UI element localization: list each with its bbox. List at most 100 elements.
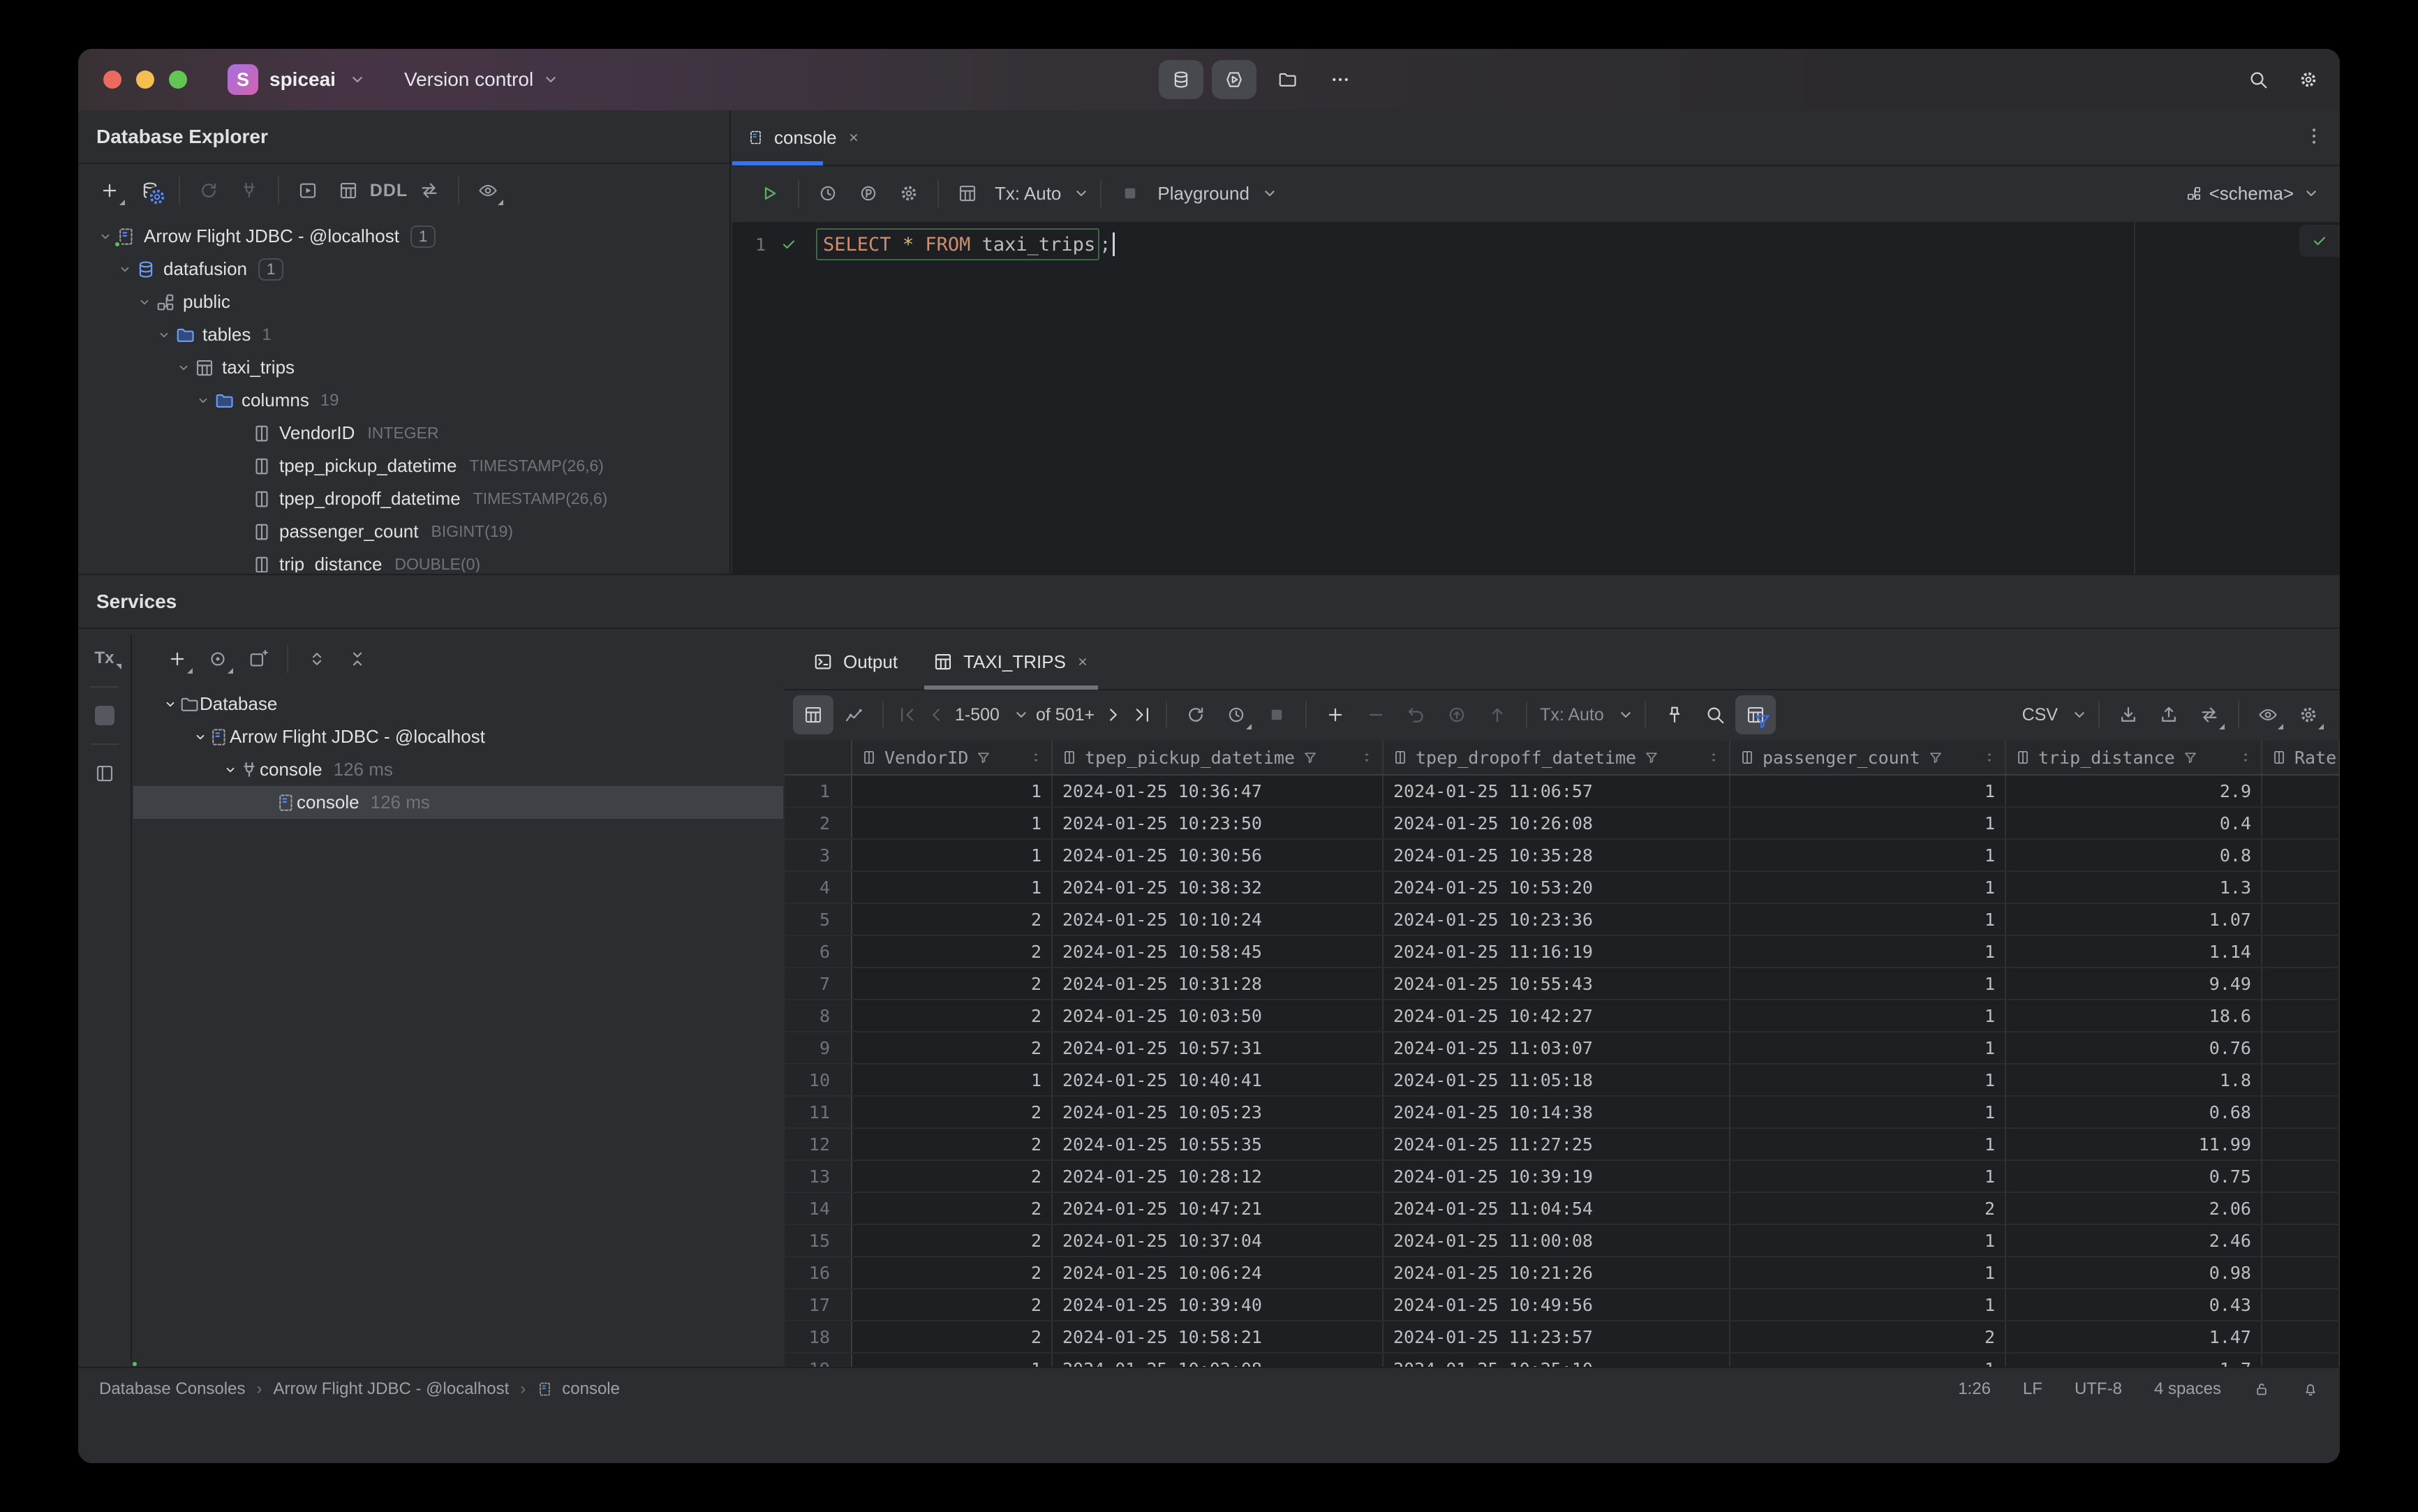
- grid-cell[interactable]: 2024-01-25 10:28:12: [1053, 1161, 1384, 1192]
- tree-item-columns[interactable]: columns 19: [78, 384, 729, 417]
- grid-cell[interactable]: 1: [1730, 904, 2006, 935]
- tree-item-trip-distance[interactable]: trip_distance DOUBLE(0): [78, 548, 729, 572]
- delete-row-button[interactable]: [1356, 695, 1396, 734]
- service-item-arrow-flight-jdbc-localhost-1[interactable]: Arrow Flight JDBC - @localhost: [133, 720, 783, 753]
- grid-cell[interactable]: 2024-01-25 10:14:38: [1384, 1097, 1730, 1127]
- grid-cell[interactable]: [2262, 1321, 2340, 1352]
- stop-query-button[interactable]: [1256, 695, 1297, 734]
- column-header-rate[interactable]: Rate: [2262, 741, 2340, 774]
- grid-cell[interactable]: 2: [852, 1289, 1053, 1320]
- grid-cell[interactable]: 2024-01-25 10:40:41: [1053, 1065, 1384, 1095]
- tree-item-arrow-flight-jdbc-localhost[interactable]: Arrow Flight JDBC - @localhost 1: [78, 220, 729, 253]
- grid-cell[interactable]: 2: [852, 968, 1053, 999]
- table-view-button[interactable]: [793, 695, 833, 734]
- grid-cell[interactable]: 11.99: [2006, 1129, 2262, 1159]
- reload-page-button[interactable]: [1175, 695, 1216, 734]
- grid-cell[interactable]: 1: [1730, 1097, 2006, 1127]
- grid-cell[interactable]: 2024-01-25 10:23:50: [1053, 808, 1384, 838]
- row-number[interactable]: 4: [785, 872, 852, 903]
- grid-cell[interactable]: [2262, 1161, 2340, 1192]
- tab-output[interactable]: Output: [804, 634, 906, 690]
- row-number[interactable]: 1: [785, 776, 852, 806]
- row-number[interactable]: 17: [785, 1289, 852, 1320]
- sort-icon[interactable]: [1029, 750, 1043, 764]
- grid-cell[interactable]: 2024-01-25 10:42:27: [1384, 1000, 1730, 1031]
- project-switcher[interactable]: S spiceai: [228, 64, 368, 95]
- tab-taxi-trips[interactable]: TAXI_TRIPS: [924, 634, 1098, 690]
- grid-cell[interactable]: 1: [1730, 1354, 2006, 1367]
- stop-strip-button[interactable]: [94, 706, 114, 725]
- grid-cell[interactable]: 0.68: [2006, 1097, 2262, 1127]
- column-header-trip-distance[interactable]: trip_distance: [2006, 741, 2262, 774]
- grid-cell[interactable]: 1: [852, 840, 1053, 870]
- line-separator[interactable]: LF: [2023, 1379, 2042, 1399]
- tree-item-tpep-dropoff-datetime[interactable]: tpep_dropoff_datetime TIMESTAMP(26,6): [78, 482, 729, 515]
- grid-cell[interactable]: [2262, 1000, 2340, 1031]
- grid-cell[interactable]: 1.07: [2006, 904, 2262, 935]
- minimize-window-button[interactable]: [136, 71, 154, 89]
- indent-setting[interactable]: 4 spaces: [2154, 1379, 2221, 1399]
- row-number[interactable]: 6: [785, 936, 852, 967]
- grid-cell[interactable]: [2262, 1257, 2340, 1288]
- file-writable-toggle[interactable]: [2253, 1381, 2270, 1398]
- grid-cell[interactable]: [2262, 808, 2340, 838]
- column-header-vendorid[interactable]: VendorID: [852, 741, 1053, 774]
- grid-cell[interactable]: 9.49: [2006, 968, 2262, 999]
- caret-position[interactable]: 1:26: [1958, 1379, 1991, 1399]
- revert-selected-button[interactable]: [1437, 695, 1477, 734]
- more-tools-button[interactable]: [1318, 60, 1363, 99]
- chevron-down-icon[interactable]: [114, 261, 135, 278]
- column-header-passenger-count[interactable]: passenger_count: [1730, 741, 2006, 774]
- tree-item-taxi-trips[interactable]: taxi_trips: [78, 351, 729, 384]
- filter-button[interactable]: [1735, 695, 1776, 734]
- grid-cell[interactable]: 2.06: [2006, 1193, 2262, 1224]
- grid-cell[interactable]: 1: [852, 776, 1053, 806]
- grid-cell[interactable]: 1: [1730, 1065, 2006, 1095]
- grid-cell[interactable]: 1.14: [2006, 936, 2262, 967]
- execute-button[interactable]: [749, 174, 789, 213]
- sort-icon[interactable]: [1360, 750, 1374, 764]
- grid-cell[interactable]: 2: [852, 904, 1053, 935]
- grid-cell[interactable]: 2024-01-25 10:06:24: [1053, 1257, 1384, 1288]
- find-button[interactable]: [1695, 695, 1735, 734]
- row-number[interactable]: 3: [785, 840, 852, 870]
- grid-cell[interactable]: 0.8: [2006, 840, 2262, 870]
- grid-cell[interactable]: 2024-01-25 10:26:08: [1384, 808, 1730, 838]
- grid-cell[interactable]: 0.43: [2006, 1289, 2262, 1320]
- export-button[interactable]: [2108, 695, 2149, 734]
- grid-settings-button[interactable]: [2288, 695, 2329, 734]
- row-number[interactable]: 8: [785, 1000, 852, 1031]
- grid-cell[interactable]: 2024-01-25 10:25:10: [1384, 1354, 1730, 1367]
- tree-item-datafusion[interactable]: datafusion 1: [78, 253, 729, 286]
- navigate-to-source-button[interactable]: [409, 171, 450, 210]
- grid-cell[interactable]: [2262, 904, 2340, 935]
- grid-cell[interactable]: 1: [852, 808, 1053, 838]
- sql-statement[interactable]: SELECT * FROM taxi_trips;: [816, 228, 1115, 260]
- grid-cell[interactable]: 2024-01-25 11:27:25: [1384, 1129, 1730, 1159]
- ddl-button[interactable]: DDL: [369, 171, 409, 210]
- playground-select[interactable]: Playground: [1150, 183, 1280, 205]
- row-number[interactable]: 7: [785, 968, 852, 999]
- row-number[interactable]: 11: [785, 1097, 852, 1127]
- service-item-console-2[interactable]: console 126 ms: [131, 753, 783, 1368]
- breadcrumb-item-database-consoles[interactable]: Database Consoles: [99, 1379, 245, 1399]
- grid-cell[interactable]: 1: [852, 872, 1053, 903]
- in-editor-results-button[interactable]: [947, 174, 988, 213]
- row-number[interactable]: 16: [785, 1257, 852, 1288]
- tree-item-passenger-count[interactable]: passenger_count BIGINT(19): [78, 515, 729, 548]
- grid-cell[interactable]: 1: [1730, 808, 2006, 838]
- service-item-console-3[interactable]: console 126 ms: [133, 786, 783, 819]
- grid-cell[interactable]: 1: [1730, 840, 2006, 870]
- expand-all-button[interactable]: [297, 639, 337, 679]
- row-number[interactable]: 5: [785, 904, 852, 935]
- sql-editor[interactable]: 1 SELECT * FROM taxi_trips;: [732, 222, 2340, 574]
- breadcrumb-item-console[interactable]: console: [562, 1379, 620, 1399]
- disconnect-button[interactable]: [229, 171, 269, 210]
- grid-cell[interactable]: 0.76: [2006, 1032, 2262, 1063]
- database-tool-button[interactable]: [1159, 60, 1203, 99]
- grid-cell[interactable]: 2024-01-25 10:02:08: [1053, 1354, 1384, 1367]
- grid-cell[interactable]: [2262, 1354, 2340, 1367]
- grid-cell[interactable]: 2024-01-25 10:05:23: [1053, 1097, 1384, 1127]
- import-button[interactable]: [2149, 695, 2189, 734]
- grid-cell[interactable]: 2024-01-25 11:23:57: [1384, 1321, 1730, 1352]
